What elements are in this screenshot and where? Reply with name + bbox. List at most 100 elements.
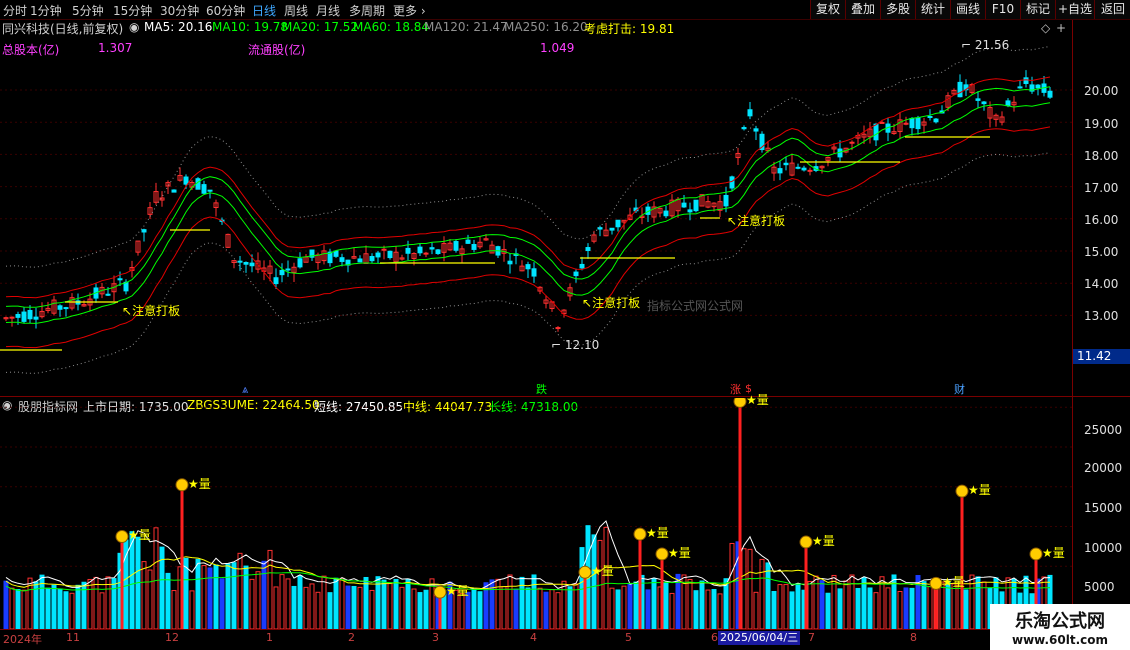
candle-body (21, 311, 27, 322)
period-tab-15min[interactable]: 15分钟 (113, 2, 152, 19)
candle-body (27, 309, 33, 320)
candle-body (975, 98, 981, 101)
candle-body (141, 229, 147, 233)
volume-bar (849, 574, 855, 629)
period-tab-daily[interactable]: 日线 (252, 2, 276, 19)
price-chart[interactable] (0, 20, 1072, 396)
volume-bar (297, 575, 303, 629)
mark-button[interactable]: 标记 (1020, 0, 1055, 19)
period-tab-multi[interactable]: 多周期 (349, 2, 385, 19)
money-bag-icon (733, 398, 747, 408)
candle-body (285, 268, 291, 271)
candle-body (429, 247, 435, 250)
candle-body (357, 258, 363, 263)
period-tab-5min[interactable]: 5分钟 (72, 2, 104, 19)
candle-body (117, 278, 123, 281)
period-tab-60min[interactable]: 60分钟 (206, 2, 245, 19)
volume-bar (147, 569, 153, 629)
price-tick: 17.00 (1084, 181, 1119, 195)
volume-bar (759, 558, 765, 629)
candle-body (507, 260, 513, 265)
star-volume-label: ★量 (968, 483, 991, 498)
volume-bar (69, 592, 75, 629)
date-tick: 11 (66, 631, 80, 644)
volume-bar (627, 583, 633, 629)
candle-body (609, 227, 615, 231)
candle-body (915, 117, 921, 130)
date-tick: 2 (348, 631, 355, 644)
period-tab-weekly[interactable]: 周线 (284, 2, 308, 19)
volume-bar (771, 591, 777, 629)
volume-chart[interactable] (0, 398, 1072, 629)
candle-body (171, 189, 177, 193)
f10-button[interactable]: F10 (985, 0, 1020, 19)
money-bag-icon (578, 565, 592, 579)
volume-bar (621, 585, 627, 629)
volume-bar (207, 567, 213, 629)
candle-body (243, 262, 249, 265)
overlay-button[interactable]: 叠加 (845, 0, 880, 19)
price-tick: 20.00 (1084, 84, 1119, 98)
candle-body (873, 123, 879, 141)
candle-body (423, 252, 429, 255)
event-mark-down[interactable]: 跌 (536, 381, 547, 397)
volume-bar (525, 587, 531, 629)
volume-bar (903, 587, 909, 629)
period-tab-monthly[interactable]: 月线 (316, 2, 340, 19)
volume-bar (573, 583, 579, 629)
volume-bar (729, 542, 735, 629)
double-up-arrow-icon[interactable]: ⩓ (242, 383, 248, 397)
star-volume-label: ★量 (668, 545, 691, 560)
candle-body (453, 241, 459, 251)
volume-bar (93, 576, 99, 629)
multi-stock-button[interactable]: 多股 (880, 0, 915, 19)
date-tick: 3 (432, 631, 439, 644)
volume-bar (57, 588, 63, 629)
alert-text: 注意打板 (132, 304, 181, 318)
volume-bar (21, 589, 27, 629)
volume-bar (3, 580, 9, 629)
volume-bar (273, 586, 279, 629)
volume-bar (237, 552, 243, 629)
statistics-button[interactable]: 统计 (915, 0, 950, 19)
chevron-right-icon: › (420, 4, 426, 18)
volume-bar (981, 581, 987, 629)
add-watchlist-button[interactable]: +自选 (1055, 0, 1094, 19)
volume-bar (111, 578, 117, 629)
candle-body (57, 305, 63, 310)
period-tab-intraday[interactable]: 分时 (3, 2, 27, 19)
volume-bar (165, 572, 171, 629)
alert-label: ↖注意打板 (727, 214, 786, 228)
money-bag-icon (633, 527, 647, 541)
event-mark-up[interactable]: 涨 (730, 381, 741, 397)
candle-body (33, 316, 39, 320)
adjust-button[interactable]: 复权 (810, 0, 845, 19)
event-mark-finance[interactable]: 财 (954, 381, 965, 397)
volume-bar (399, 586, 405, 629)
low-price-value: 12.10 (564, 338, 600, 352)
volume-bar (795, 583, 801, 629)
volume-bar (189, 590, 195, 629)
date-tick: 4 (530, 631, 537, 644)
volume-bar (261, 560, 267, 629)
back-button[interactable]: 返回 (1094, 0, 1130, 19)
volume-bar (171, 590, 177, 629)
candle-body (63, 307, 69, 310)
volume-bar (537, 587, 543, 629)
volume-bar (549, 589, 555, 629)
candle-body (279, 269, 285, 276)
candle-body (585, 247, 591, 251)
volume-bar (855, 587, 861, 629)
candle-body (957, 81, 963, 98)
draw-line-button[interactable]: 画线 (950, 0, 985, 19)
period-tab-1min[interactable]: 1分钟 (30, 2, 62, 19)
candle-body (333, 250, 339, 257)
volume-bar (609, 587, 615, 629)
period-tab-30min[interactable]: 30分钟 (160, 2, 199, 19)
period-tab-more[interactable]: 更多 › (393, 2, 426, 19)
volume-bar (837, 588, 843, 629)
candle-body (207, 189, 213, 192)
star-volume-label: ★量 (646, 526, 669, 541)
volume-bar (807, 580, 813, 629)
candle-body (465, 239, 471, 244)
